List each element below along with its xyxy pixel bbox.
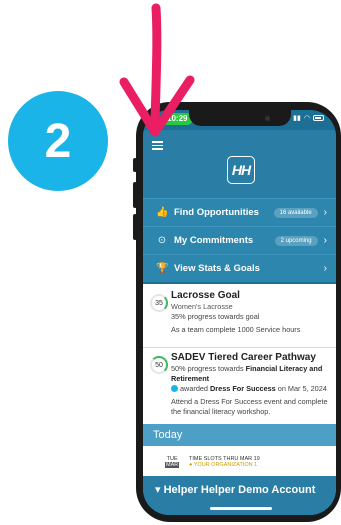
status-icons: ▮▮ ◠ — [293, 114, 324, 122]
phone-side-button — [133, 182, 137, 208]
chevron-right-icon: › — [323, 235, 327, 246]
goal-card-pathway[interactable]: 50 SADEV Tiered Career Pathway 50% progr… — [143, 352, 336, 417]
phone-notch — [189, 110, 291, 126]
step-number-badge: 2 — [8, 91, 108, 191]
wifi-icon: ◠ — [303, 115, 310, 122]
menu-item-my-commitments[interactable]: ⊙ My Commitments 2 upcoming › — [143, 226, 336, 254]
chevron-right-icon: › — [323, 207, 327, 218]
menu-item-badge: 2 upcoming — [274, 235, 318, 246]
home-indicator — [210, 507, 272, 510]
goal-subtitle: Women's Lacrosse — [171, 302, 233, 311]
today-section-header: Today — [143, 424, 336, 446]
slot-date: TUE MAR — [165, 456, 180, 468]
award-badge-icon — [171, 385, 178, 392]
goal-progress-text: 35% progress towards goal — [171, 312, 260, 321]
pathway-description: Attend a Dress For Success event and com… — [171, 397, 328, 416]
card-divider — [143, 347, 336, 348]
pathway-progress-text: 50% progress towards Financial Literacy … — [171, 364, 323, 383]
app-header: HH — [143, 130, 336, 198]
menu-item-label: Find Opportunities — [174, 207, 259, 218]
goal-card-lacrosse[interactable]: 35 Lacrosse Goal Women's Lacrosse 35% pr… — [143, 290, 336, 335]
app-logo: HH — [227, 156, 255, 184]
phone-side-button — [133, 214, 137, 240]
time-slot-item[interactable]: TUE MAR TIME SLOTS THRU MAR 19 ● YOUR OR… — [143, 446, 336, 476]
menu-item-badge: 16 available — [273, 207, 318, 218]
menu-item-view-stats[interactable]: 🏆 View Stats & Goals › — [143, 254, 336, 282]
battery-icon — [313, 115, 324, 121]
phone-screen: 10:29 ▮▮ ◠ HH 👍 Find Opportunities 16 av… — [143, 110, 336, 515]
progress-ring: 50 — [150, 356, 168, 374]
thumbs-up-icon: 👍 — [156, 207, 169, 218]
hamburger-menu-icon[interactable] — [152, 141, 163, 150]
pathway-award-text: awarded Dress For Success on Mar 5, 2024 — [171, 384, 328, 394]
trophy-icon: 🏆 — [156, 263, 169, 274]
slot-info: TIME SLOTS THRU MAR 19 ● YOUR ORGANIZATI… — [189, 456, 260, 468]
menu-item-find-opportunities[interactable]: 👍 Find Opportunities 16 available › — [143, 198, 336, 226]
location-pin-icon: ⊙ — [157, 235, 167, 246]
step-number: 2 — [44, 114, 72, 168]
goal-title: Lacrosse Goal — [171, 290, 240, 301]
signal-icon: ▮▮ — [293, 115, 301, 122]
goal-cards: 35 Lacrosse Goal Women's Lacrosse 35% pr… — [143, 284, 336, 424]
menu-item-label: View Stats & Goals — [174, 263, 260, 274]
goal-description: As a team complete 1000 Service hours — [171, 325, 301, 334]
menu-item-label: My Commitments — [174, 235, 254, 246]
progress-ring: 35 — [150, 294, 168, 312]
chevron-right-icon: › — [323, 263, 327, 274]
pathway-title: SADEV Tiered Career Pathway — [171, 352, 316, 363]
phone-side-button — [133, 158, 137, 172]
